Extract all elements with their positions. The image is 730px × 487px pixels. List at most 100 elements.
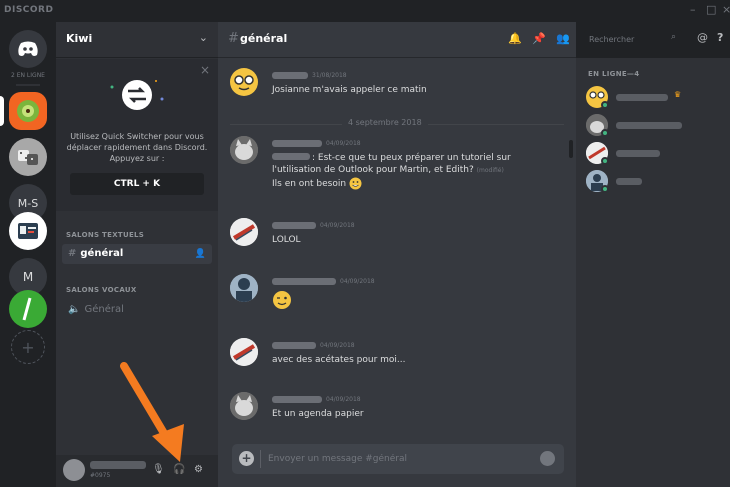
author-blurred[interactable] xyxy=(272,221,316,229)
selected-server-pill xyxy=(0,96,4,126)
green-stripe-icon xyxy=(22,297,32,321)
server-kiwi[interactable] xyxy=(9,92,47,130)
search-box[interactable]: ⌕ xyxy=(584,30,682,48)
text-channels-category[interactable]: SALONS TEXTUELS xyxy=(66,231,144,239)
avatar[interactable] xyxy=(230,136,258,164)
bell-icon[interactable]: 🔔 xyxy=(508,32,522,45)
member-item[interactable] xyxy=(586,114,726,140)
avatar[interactable] xyxy=(230,392,258,420)
members-icon[interactable]: 👥 xyxy=(556,32,570,45)
invite-icon[interactable]: 👤 xyxy=(195,244,206,264)
message-header: 04/09/2018 xyxy=(272,220,355,230)
avatar xyxy=(586,170,609,193)
avatar xyxy=(586,114,609,137)
timestamp: 04/09/2018 xyxy=(326,395,361,403)
discord-logo-icon xyxy=(18,41,38,56)
member-item[interactable] xyxy=(586,142,726,168)
cat-avatar-icon xyxy=(230,392,258,420)
chat-area: # général 🔔 📌 👥 31/08/2018 Josianne m'av… xyxy=(218,22,576,487)
server-header[interactable]: Kiwi ⌄ xyxy=(56,22,218,58)
title-bar: DISCORD – □ × xyxy=(0,0,730,22)
hash-icon: # xyxy=(68,248,77,259)
voice-channel-name: Général xyxy=(84,304,124,315)
rail-separator xyxy=(16,84,40,86)
edited-label: (modifié) xyxy=(476,167,504,174)
member-name-blurred xyxy=(616,94,668,101)
speaker-icon: 🔈 xyxy=(68,304,81,315)
search-input[interactable] xyxy=(589,32,661,46)
grin-emoji-icon xyxy=(349,177,362,190)
message-text: Et un agenda papier xyxy=(272,409,364,419)
date-divider: 4 septembre 2018 xyxy=(230,118,564,130)
close-button[interactable]: × xyxy=(722,3,730,16)
avatar[interactable] xyxy=(230,68,258,96)
upload-plus-icon[interactable]: + xyxy=(239,451,254,466)
user-discriminator: #0975 xyxy=(90,472,111,479)
member-item[interactable] xyxy=(586,170,726,196)
minimize-button[interactable]: – xyxy=(690,3,696,16)
quick-switcher-text: Utilisez Quick Switcher pour vous déplac… xyxy=(66,132,208,163)
cat-avatar-icon xyxy=(230,136,258,164)
online-header: EN LIGNE—4 xyxy=(588,70,640,78)
timestamp: 04/09/2018 xyxy=(340,277,375,285)
message-header: 04/09/2018 xyxy=(272,340,355,350)
server-dice[interactable] xyxy=(9,138,47,176)
home-button[interactable] xyxy=(9,30,47,68)
message-header: 04/09/2018 xyxy=(272,276,375,286)
author-blurred[interactable] xyxy=(272,341,316,349)
timestamp: 04/09/2018 xyxy=(320,221,355,229)
voice-channels-category[interactable]: SALONS VOCAUX xyxy=(66,286,137,294)
online-status-dot xyxy=(601,185,609,193)
avatar[interactable] xyxy=(230,338,258,366)
avatar xyxy=(586,86,609,109)
person-avatar-icon xyxy=(230,274,258,302)
gear-icon[interactable]: ⚙ xyxy=(194,464,203,475)
author-blurred[interactable] xyxy=(272,71,308,79)
member-name-blurred xyxy=(616,122,682,129)
timestamp: 04/09/2018 xyxy=(326,139,361,147)
chat-header: # général 🔔 📌 👥 xyxy=(218,22,576,58)
kiwi-icon xyxy=(17,100,39,122)
avatar[interactable] xyxy=(63,459,85,481)
timestamp: 31/08/2018 xyxy=(312,71,347,79)
close-tip-button[interactable]: × xyxy=(200,63,210,77)
pin-icon[interactable]: 📌 xyxy=(532,32,546,45)
author-blurred[interactable] xyxy=(272,139,322,147)
guitar-avatar-icon xyxy=(230,218,258,246)
avatar[interactable] xyxy=(230,274,258,302)
scrollbar-thumb[interactable] xyxy=(569,140,573,158)
server-id-card[interactable] xyxy=(9,212,47,250)
channel-general[interactable]: # général 👤 xyxy=(62,244,212,264)
help-icon[interactable]: ? xyxy=(717,31,723,44)
author-blurred[interactable] xyxy=(272,277,336,285)
voice-channel-general[interactable]: 🔈 Général xyxy=(62,300,212,320)
online-status-dot xyxy=(601,101,609,109)
add-server-button[interactable]: + xyxy=(11,330,45,364)
message-header: 04/09/2018 xyxy=(272,138,361,148)
message-text xyxy=(272,290,562,310)
server-green[interactable] xyxy=(9,290,47,328)
online-count-label: 2 EN LIGNE xyxy=(11,72,45,79)
message-text: avec des acétates pour moi... xyxy=(272,355,406,365)
annotation-arrow-icon xyxy=(120,362,184,462)
app-brand: DISCORD xyxy=(4,5,54,15)
discord-window: DISCORD – □ × 2 EN LIGNE M-S M + Kiwi ⌄ … xyxy=(0,0,730,487)
online-status-dot xyxy=(601,157,609,165)
mention-icon[interactable]: @ xyxy=(697,31,708,44)
message-input[interactable] xyxy=(268,451,518,467)
user-mention[interactable] xyxy=(272,153,310,160)
message-header: 31/08/2018 xyxy=(272,70,347,80)
message-text-line2: Ils en ont besoin xyxy=(272,179,347,189)
avatar[interactable] xyxy=(230,218,258,246)
id-card-icon xyxy=(18,223,38,239)
chevron-down-icon: ⌄ xyxy=(198,31,208,44)
channel-hash-icon: # xyxy=(228,31,239,46)
guitar-avatar-icon xyxy=(230,338,258,366)
member-item[interactable]: ♛ xyxy=(586,86,726,112)
author-blurred[interactable] xyxy=(272,395,322,403)
maximize-button[interactable]: □ xyxy=(706,3,716,16)
channel-name: général xyxy=(80,248,124,259)
member-name-blurred xyxy=(616,178,642,185)
composer-separator xyxy=(260,450,261,468)
emoji-picker-icon[interactable] xyxy=(540,451,555,466)
